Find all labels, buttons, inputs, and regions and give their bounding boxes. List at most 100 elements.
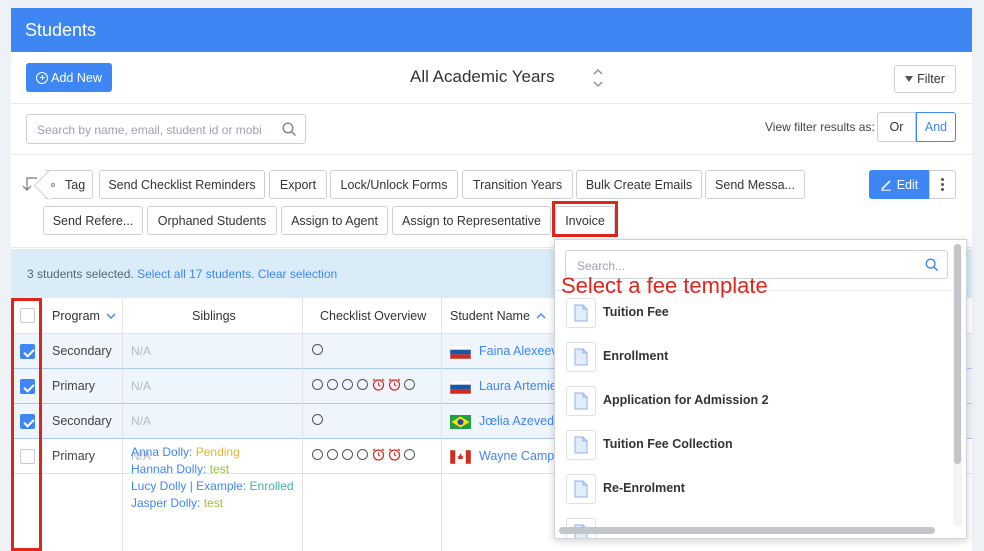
program-cell: Secondary xyxy=(52,344,112,358)
edit-button[interactable]: Edit xyxy=(869,170,929,199)
column-divider xyxy=(441,298,442,551)
student-name: Laura Artemie xyxy=(479,379,557,393)
list-item[interactable]: Jasper Dolly: test xyxy=(131,495,294,512)
fee-template-label: Tuition Fee xyxy=(603,305,669,319)
russia-flag-icon xyxy=(450,380,471,394)
canada-flag-icon xyxy=(450,450,471,464)
russia-flag-icon xyxy=(450,345,471,359)
page-title: Students xyxy=(11,8,972,52)
program-cell: Primary xyxy=(52,449,96,463)
alarm-clock-icon xyxy=(372,378,385,391)
column-divider xyxy=(122,298,123,551)
checklist-cell xyxy=(312,342,327,356)
sibling-status: Enrolled xyxy=(249,479,294,493)
checklist-circle-icon xyxy=(312,344,323,356)
view-filter-label: View filter results as: xyxy=(765,120,875,134)
checklist-circle-icon xyxy=(404,379,415,391)
siblings-column-header: Siblings xyxy=(192,309,236,323)
siblings-cell: N/A xyxy=(131,344,152,358)
student-name-cell[interactable]: Faina Alexeeva xyxy=(450,344,565,359)
document-icon xyxy=(566,298,596,328)
checklist-circle-icon xyxy=(312,449,323,461)
lock-unlock-forms-button[interactable]: Lock/Unlock Forms xyxy=(330,170,458,199)
invoice-highlight-box xyxy=(552,201,618,237)
more-options-button[interactable] xyxy=(929,170,956,199)
program-cell: Primary xyxy=(52,379,96,393)
bulk-actions-bar: Tag Send Checklist Reminders Export Lock… xyxy=(11,155,972,248)
checklist-column-header: Checklist Overview xyxy=(320,309,427,323)
sibling-status: test xyxy=(209,462,230,476)
list-item[interactable]: Lucy Dolly | Example: Enrolled xyxy=(131,478,294,495)
sibling-list: Anna Dolly: Pending Hannah Dolly: test L… xyxy=(131,444,294,512)
list-item[interactable]: Anna Dolly: Pending xyxy=(131,444,294,461)
and-toggle-button[interactable]: And xyxy=(916,112,956,142)
fee-template-item[interactable] xyxy=(555,511,951,538)
checklist-circle-icon xyxy=(404,449,415,461)
transition-years-button[interactable]: Transition Years xyxy=(462,170,573,199)
student-name-cell[interactable]: Jœlia Azevedo xyxy=(450,414,561,429)
funnel-icon xyxy=(905,76,914,82)
send-checklist-reminders-button[interactable]: Send Checklist Reminders xyxy=(99,170,265,199)
sibling-name: Jasper Dolly: xyxy=(131,496,201,510)
fee-template-item[interactable]: Application for Admission 2 xyxy=(555,379,951,423)
select-all-link[interactable]: Select all 17 students. xyxy=(137,267,254,281)
kebab-dot xyxy=(941,178,944,181)
sibling-name: Lucy Dolly | Example: xyxy=(131,479,247,493)
selected-count: 3 students selected. xyxy=(27,267,134,281)
checklist-cell xyxy=(312,377,419,391)
academic-year-selector[interactable]: All Academic Years xyxy=(410,67,555,87)
search-icon xyxy=(282,122,297,137)
kebab-dot xyxy=(941,188,944,191)
kebab-dot xyxy=(941,183,944,186)
fee-template-dropdown: Search... Select a fee template Tuition … xyxy=(554,239,967,539)
bulk-create-emails-button[interactable]: Bulk Create Emails xyxy=(576,170,702,199)
student-name-cell[interactable]: Laura Artemie xyxy=(450,379,557,394)
send-messages-button[interactable]: Send Messa... xyxy=(705,170,805,199)
list-item[interactable]: Hannah Dolly: test xyxy=(131,461,294,478)
orphaned-students-button[interactable]: Orphaned Students xyxy=(147,206,277,235)
brazil-flag-icon xyxy=(450,415,471,429)
search-input[interactable]: Search by name, email, student id or mob… xyxy=(26,114,306,144)
chevron-updown-icon[interactable] xyxy=(592,67,604,89)
fee-template-item[interactable]: Tuition Fee Collection xyxy=(555,423,951,467)
alarm-clock-icon xyxy=(372,448,385,461)
fee-template-label: Re-Enrolment xyxy=(603,481,685,495)
checklist-circle-icon xyxy=(342,449,353,461)
fee-template-label: Application for Admission 2 xyxy=(603,393,769,407)
chevron-up-icon xyxy=(536,313,546,319)
assign-to-agent-button[interactable]: Assign to Agent xyxy=(281,206,388,235)
search-icon xyxy=(925,258,939,272)
student-name: Faina Alexeeva xyxy=(479,344,565,358)
fee-template-item[interactable]: Re-Enrolment xyxy=(555,467,951,511)
horizontal-scrollbar[interactable] xyxy=(559,527,935,534)
vertical-scrollbar[interactable] xyxy=(953,244,962,527)
add-new-button[interactable]: Add New xyxy=(26,63,112,92)
scrollbar-thumb[interactable] xyxy=(954,244,961,464)
checklist-circle-icon xyxy=(357,379,368,391)
add-new-label: Add New xyxy=(51,70,102,85)
filter-label: Filter xyxy=(917,72,945,86)
export-button[interactable]: Export xyxy=(269,170,327,199)
select-fee-template-hint: Select a fee template xyxy=(561,273,768,298)
checklist-circle-icon xyxy=(312,379,323,391)
program-header-label: Program xyxy=(52,309,100,323)
program-column-header[interactable]: Program xyxy=(52,309,116,323)
column-divider xyxy=(302,298,303,551)
checklist-circle-icon xyxy=(342,379,353,391)
sibling-status: Pending xyxy=(195,445,240,459)
or-toggle-button[interactable]: Or xyxy=(877,112,916,142)
fee-template-item[interactable]: Enrollment xyxy=(555,335,951,379)
edit-label: Edit xyxy=(896,177,919,192)
checklist-circle-icon xyxy=(312,414,323,426)
fee-search-placeholder: Search... xyxy=(577,259,626,273)
student-name-cell[interactable]: Wayne Campb xyxy=(450,449,561,464)
tag-icon xyxy=(51,183,55,187)
clear-selection-link[interactable]: Clear selection xyxy=(258,267,337,281)
send-references-button[interactable]: Send Refere... xyxy=(43,206,143,235)
student-name-column-header[interactable]: Student Name xyxy=(450,309,546,323)
assign-to-representative-button[interactable]: Assign to Representative xyxy=(392,206,551,235)
tag-button[interactable]: Tag xyxy=(45,170,93,199)
filter-button[interactable]: Filter xyxy=(894,65,956,93)
alarm-clock-icon xyxy=(388,448,401,461)
program-cell: Secondary xyxy=(52,414,112,428)
